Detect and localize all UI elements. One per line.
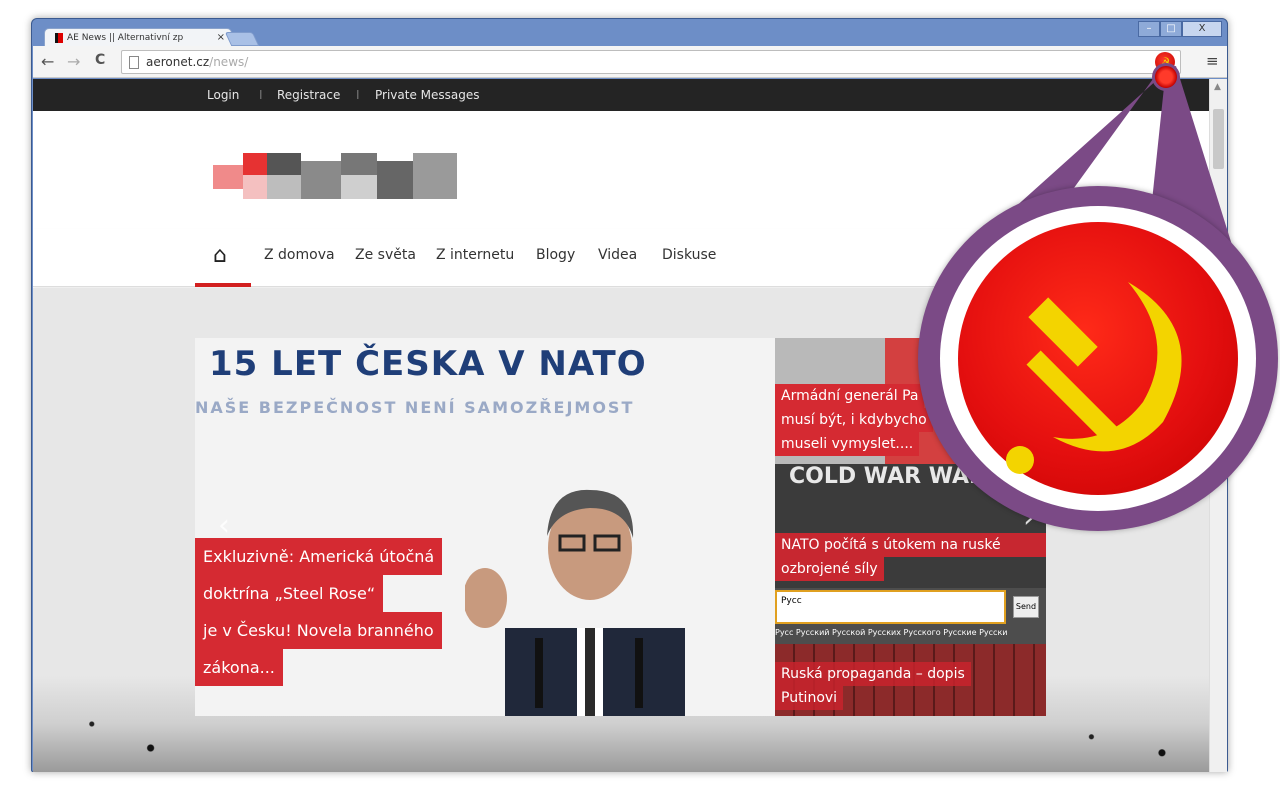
- banner-title: 15 LET ČESKA V NATO: [209, 344, 647, 384]
- new-tab-button[interactable]: [224, 32, 260, 46]
- article-title-line: museli vymyslet....: [775, 432, 920, 456]
- active-indicator: [195, 283, 251, 287]
- home-icon[interactable]: ⌂: [213, 243, 227, 268]
- keyboard-text-field: Русс: [775, 590, 1006, 624]
- nav-z-domova[interactable]: Z domova: [264, 247, 335, 263]
- nav-diskuse[interactable]: Diskuse: [662, 247, 716, 263]
- magnifier-callout: [918, 186, 1278, 531]
- cold-war-image-text: COLD WAR WAR: [789, 464, 986, 489]
- caption-line[interactable]: Exkluzivně: Americká útočná: [195, 538, 443, 575]
- browser-toolbar: ← → C aeronet.cz/news/ ☭ ≡: [33, 46, 1227, 78]
- close-window-button[interactable]: X: [1182, 21, 1222, 37]
- nav-videa[interactable]: Videa: [598, 247, 637, 263]
- nav-ze-sveta[interactable]: Ze světa: [355, 247, 416, 263]
- magnifier-inner-ring: [940, 206, 1256, 511]
- tab-close-button[interactable]: ×: [217, 32, 225, 43]
- caption-line[interactable]: je v Česku! Novela branného: [195, 612, 442, 649]
- scroll-up-arrow-icon[interactable]: ▲: [1214, 82, 1221, 92]
- maximize-button[interactable]: □: [1160, 21, 1182, 37]
- article-title-line: ozbrojené síly: [775, 557, 884, 581]
- slider-prev-arrow[interactable]: ‹: [218, 508, 230, 543]
- reload-icon[interactable]: C: [95, 52, 105, 68]
- hammer-and-sickle-icon: [958, 222, 1238, 495]
- caption-line[interactable]: zákona...: [195, 649, 283, 686]
- caption-line[interactable]: doktrína „Steel Rose“: [195, 575, 384, 612]
- article-title-line: NATO počítá s útokem na ruské: [775, 533, 1046, 557]
- tab-title: AE News || Alternativní zp: [67, 33, 184, 43]
- top-bar: Login I Registrace I Private Messages: [33, 79, 1209, 111]
- minimize-button[interactable]: –: [1138, 21, 1160, 37]
- article-title-line: Armádní generál Pa: [775, 384, 925, 408]
- extension-highlight-ring: [1152, 63, 1180, 91]
- sidebar-article-3[interactable]: Русс Send Русс Русский Русской Русских Р…: [775, 588, 1046, 716]
- forward-arrow-icon[interactable]: →: [67, 52, 80, 71]
- browser-tab[interactable]: AE News || Alternativní zp ×: [44, 28, 232, 47]
- speaker-photo: [465, 489, 685, 716]
- tab-strip: AE News || Alternativní zp × – □ X: [32, 19, 1227, 47]
- login-link[interactable]: Login: [207, 88, 239, 102]
- separator: I: [259, 88, 263, 102]
- registrace-link[interactable]: Registrace: [277, 88, 340, 102]
- nav-z-internetu[interactable]: Z internetu: [436, 247, 514, 263]
- favicon-icon: [55, 33, 63, 43]
- back-arrow-icon[interactable]: ←: [41, 52, 54, 71]
- article-title-line: musí být, i kdybycho: [775, 408, 933, 432]
- hammer-and-sickle-glyph-icon: [1006, 282, 1182, 474]
- keyboard-suggestions: Русс Русский Русской Русских Русского Ру…: [775, 628, 1008, 637]
- scrollbar-thumb[interactable]: [1213, 109, 1224, 169]
- separator: I: [356, 88, 360, 102]
- site-logo-pixelated[interactable]: [213, 153, 457, 201]
- article-title-line: Putinovi: [775, 686, 844, 710]
- address-bar[interactable]: aeronet.cz/news/: [121, 50, 1181, 74]
- page-icon: [129, 56, 139, 69]
- private-messages-link[interactable]: Private Messages: [375, 88, 480, 102]
- nav-blogy[interactable]: Blogy: [536, 247, 575, 263]
- browser-menu-icon[interactable]: ≡: [1206, 52, 1219, 70]
- main-slider-image[interactable]: 15 LET ČESKA V NATO NAŠE BEZPEČNOST NENÍ…: [195, 338, 775, 716]
- article-title-line: Ruská propaganda – dopis: [775, 662, 971, 686]
- address-path: /news/: [209, 55, 249, 69]
- keyboard-send-button: Send: [1013, 596, 1039, 618]
- banner-subtitle: NAŠE BEZPEČNOST NENÍ SAMOZŘEJMOST: [195, 398, 635, 417]
- address-domain: aeronet.cz: [146, 55, 210, 69]
